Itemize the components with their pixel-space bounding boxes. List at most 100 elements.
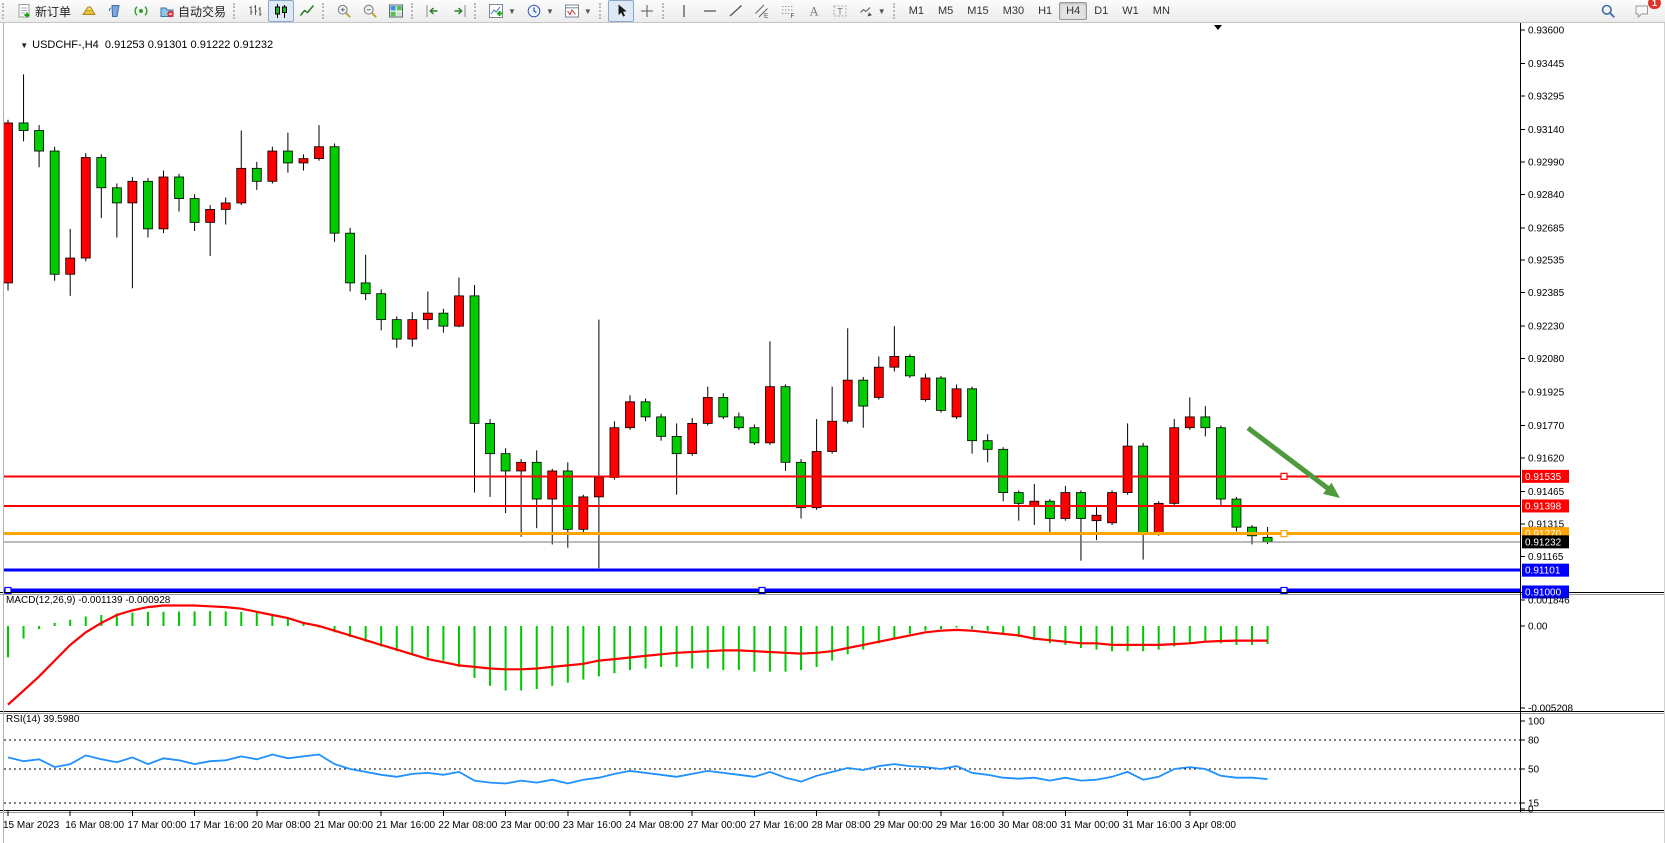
tf-h1[interactable]: H1 xyxy=(1031,2,1059,20)
svg-text:24 Mar 08:00: 24 Mar 08:00 xyxy=(625,820,684,831)
line-chart-button[interactable] xyxy=(294,0,320,22)
tf-m30[interactable]: M30 xyxy=(996,2,1031,20)
toolbar-separator xyxy=(599,3,606,19)
candles-icon xyxy=(273,3,289,19)
tile-windows-button[interactable] xyxy=(383,0,409,22)
zoom-in-icon xyxy=(336,3,352,19)
channel-icon: E xyxy=(754,3,770,19)
candles-chart-button[interactable] xyxy=(268,0,294,22)
svg-text:-0.005208: -0.005208 xyxy=(1528,703,1573,714)
price-tag: 0.91535 xyxy=(1522,470,1569,483)
tf-mn-label: MN xyxy=(1153,5,1170,17)
shapes-button[interactable]: ▼ xyxy=(853,0,891,22)
tf-w1[interactable]: W1 xyxy=(1115,2,1146,20)
svg-text:0.92230: 0.92230 xyxy=(1528,322,1565,333)
vline-button[interactable] xyxy=(671,0,697,22)
zoom-out-icon xyxy=(362,3,378,19)
chart-shift-button[interactable] xyxy=(420,0,446,22)
trendline-button[interactable] xyxy=(723,0,749,22)
chevron-down-icon: ▼ xyxy=(584,7,592,16)
zoom-out-button[interactable] xyxy=(357,0,383,22)
svg-text:0.91398: 0.91398 xyxy=(1525,501,1562,512)
candle xyxy=(1108,490,1117,525)
tf-d1[interactable]: D1 xyxy=(1087,2,1115,20)
toolbar-separator xyxy=(893,3,900,19)
new-order-button[interactable]: 新订单 xyxy=(11,0,76,22)
svg-text:23 Mar 00:00: 23 Mar 00:00 xyxy=(501,820,560,831)
svg-text:15 Mar 2023: 15 Mar 2023 xyxy=(3,820,60,831)
transfer-icon xyxy=(107,3,123,19)
crosshair-button[interactable] xyxy=(634,0,660,22)
chevron-down-icon: ▼ xyxy=(546,7,554,16)
toolbar-separator xyxy=(2,3,9,19)
tf-m5[interactable]: M5 xyxy=(931,2,960,20)
symbol-dropdown-icon[interactable]: ▼ xyxy=(20,41,28,50)
line-drag-handle[interactable] xyxy=(1281,473,1287,479)
bars-icon xyxy=(247,3,263,19)
tf-h4[interactable]: H4 xyxy=(1059,2,1087,20)
notifications-button[interactable]: 1 xyxy=(1629,0,1655,22)
svg-text:31 Mar 00:00: 31 Mar 00:00 xyxy=(1060,820,1119,831)
search-button[interactable] xyxy=(1595,0,1621,22)
indicators-button[interactable]: ▼ xyxy=(483,0,521,22)
svg-text:0.93445: 0.93445 xyxy=(1528,59,1565,70)
svg-text:E: E xyxy=(764,13,769,20)
text-button[interactable]: A xyxy=(801,0,827,22)
fibo-icon: F xyxy=(780,3,796,19)
new-order-icon xyxy=(16,3,32,19)
svg-text:T: T xyxy=(837,7,843,17)
bars-chart-button[interactable] xyxy=(242,0,268,22)
tf-m1[interactable]: M1 xyxy=(902,2,931,20)
svg-text:0.92685: 0.92685 xyxy=(1528,223,1565,234)
label-button[interactable]: T xyxy=(827,0,853,22)
price-tag: 0.91232 xyxy=(1522,535,1569,548)
tf-m15[interactable]: M15 xyxy=(960,2,995,20)
chevron-down-icon: ▼ xyxy=(508,7,516,16)
svg-text:0.001846: 0.001846 xyxy=(1528,596,1570,607)
deposit-button[interactable] xyxy=(76,0,102,22)
chevron-down-icon: ▼ xyxy=(878,7,886,16)
hline-button[interactable] xyxy=(697,0,723,22)
gold-icon xyxy=(81,3,97,19)
line-icon xyxy=(299,3,315,19)
tf-h4-label: H4 xyxy=(1066,5,1080,17)
signals-button[interactable] xyxy=(128,0,154,22)
autotrade-button-label: 自动交易 xyxy=(178,3,226,20)
toolbar-separator xyxy=(411,3,418,19)
svg-text:0.91535: 0.91535 xyxy=(1525,472,1562,483)
period-button[interactable]: ▼ xyxy=(521,0,559,22)
candle xyxy=(937,376,946,413)
svg-text:0.92385: 0.92385 xyxy=(1528,288,1565,299)
funds-button[interactable] xyxy=(102,0,128,22)
channel-button[interactable]: E xyxy=(749,0,775,22)
candle xyxy=(159,170,168,233)
cursor-button[interactable] xyxy=(608,0,634,22)
price-tag: 0.91101 xyxy=(1522,564,1569,577)
svg-text:17 Mar 16:00: 17 Mar 16:00 xyxy=(190,820,249,831)
template-button[interactable]: ▼ xyxy=(559,0,597,22)
notification-badge: 1 xyxy=(1648,0,1661,9)
candle xyxy=(268,147,277,184)
svg-text:0.91101: 0.91101 xyxy=(1525,566,1561,577)
tf-m1-label: M1 xyxy=(909,5,924,17)
crosshair-icon xyxy=(639,3,655,19)
tf-mn[interactable]: MN xyxy=(1146,2,1177,20)
toolbar-separator xyxy=(662,3,669,19)
cursor-icon xyxy=(613,3,629,19)
svg-text:27 Mar 00:00: 27 Mar 00:00 xyxy=(687,820,746,831)
zoom-in-button[interactable] xyxy=(331,0,357,22)
autotrade-button[interactable]: 自动交易 xyxy=(154,0,231,22)
line-drag-handle[interactable] xyxy=(1281,531,1287,537)
auto-scroll-button[interactable] xyxy=(446,0,472,22)
svg-text:20 Mar 08:00: 20 Mar 08:00 xyxy=(252,820,311,831)
fibo-button[interactable]: F xyxy=(775,0,801,22)
chart-canvas[interactable]: 0.936000.934450.932950.931400.929900.928… xyxy=(0,0,1665,843)
svg-text:21 Mar 16:00: 21 Mar 16:00 xyxy=(376,820,435,831)
svg-text:30 Mar 08:00: 30 Mar 08:00 xyxy=(998,820,1057,831)
candle xyxy=(657,414,666,441)
candle xyxy=(750,424,759,445)
candle xyxy=(688,418,697,456)
toolbar: 新订单 自动交易 ▼ ▼ ▼ E FAT ▼ M1 M5M15M30H1 H4 D1W1 MN 1 xyxy=(0,0,1665,23)
svg-text:29 Mar 16:00: 29 Mar 16:00 xyxy=(936,820,995,831)
svg-text:0.92535: 0.92535 xyxy=(1528,256,1565,267)
